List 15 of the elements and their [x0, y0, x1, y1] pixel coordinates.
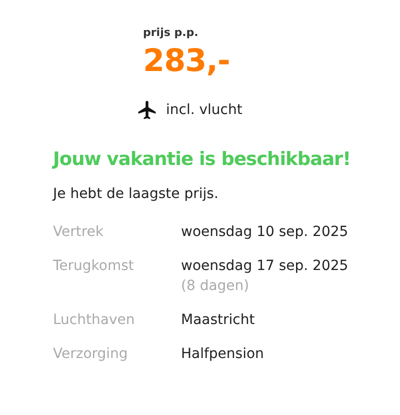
- detail-label: Vertrek: [53, 224, 105, 240]
- detail-label: Verzorging: [53, 346, 129, 362]
- detail-value: woensdag 10 sep. 2025: [181, 224, 350, 240]
- detail-label: Terugkomst: [53, 258, 135, 276]
- detail-value: Halfpension: [181, 346, 265, 362]
- detail-label: Luchthaven: [53, 312, 136, 328]
- availability-title: Jouw vakantie is beschikbaar!: [53, 149, 352, 170]
- detail-value: woensdag 17 sep. 2025: [181, 258, 350, 274]
- detail-value: Maastricht: [181, 312, 256, 328]
- availability-subtitle: Je hebt de laagste prijs.: [53, 186, 220, 202]
- airplane-icon: [136, 99, 158, 121]
- includes-text: incl. vlucht: [166, 102, 242, 118]
- price-amount: 283,-: [143, 43, 231, 79]
- price-label: prijs p.p.: [143, 26, 200, 39]
- detail-note: (8 dagen): [181, 278, 250, 294]
